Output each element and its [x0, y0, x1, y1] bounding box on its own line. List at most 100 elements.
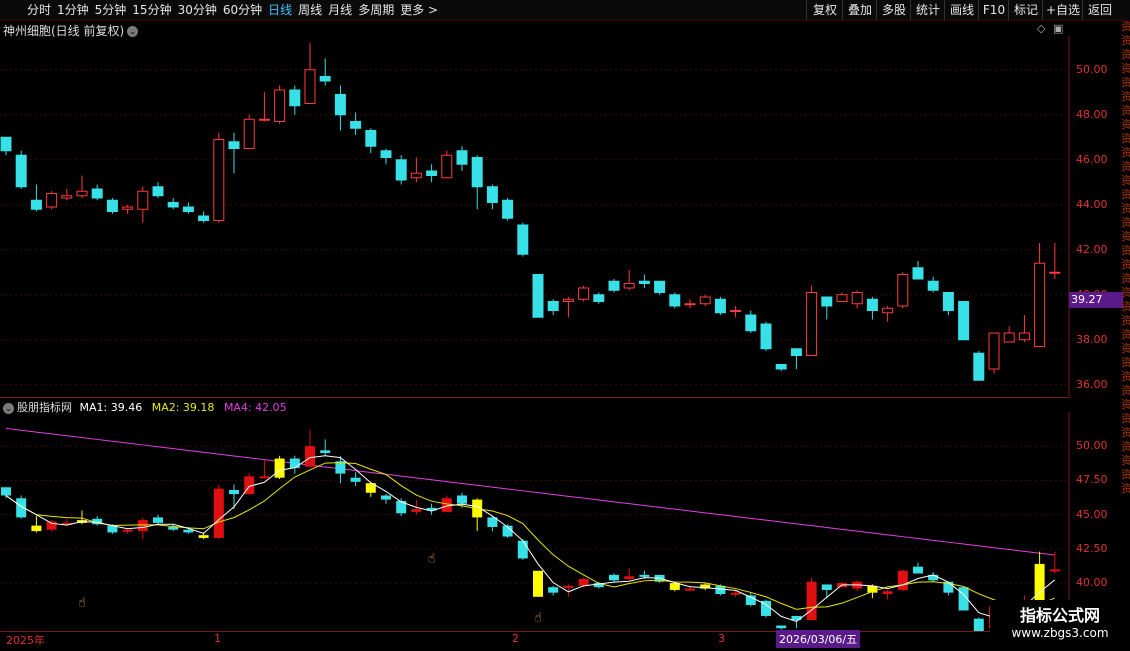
candle — [122, 204, 134, 214]
indicator-bar — [213, 484, 224, 540]
indicator-bar — [153, 514, 163, 525]
price-tick-label: 48.00 — [1076, 107, 1108, 121]
period-tab-5[interactable]: 60分钟 — [220, 0, 265, 20]
period-tab-0[interactable]: 分时 — [24, 0, 54, 20]
indicator-bar — [852, 580, 863, 592]
period-tab-7[interactable]: 周线 — [295, 0, 325, 20]
candle — [638, 274, 650, 288]
period-tab-3[interactable]: 15分钟 — [129, 0, 174, 20]
indicator-bar — [548, 585, 559, 596]
candle — [942, 292, 954, 315]
candle — [274, 85, 286, 124]
period-tab-8[interactable]: 月线 — [325, 0, 355, 20]
candle — [76, 175, 88, 198]
price-tick-label: 46.00 — [1076, 152, 1108, 166]
candle — [471, 155, 483, 210]
x-axis-label: 3 — [718, 632, 725, 645]
candle — [243, 114, 255, 149]
period-tab-9[interactable]: 多周期 — [355, 0, 397, 20]
candle — [775, 364, 787, 372]
candle — [593, 292, 605, 304]
indicator-bar — [502, 524, 513, 538]
period-tab-1[interactable]: 1分钟 — [54, 0, 92, 20]
toolbar-button-3[interactable]: 统计 — [910, 0, 945, 20]
candle — [562, 297, 574, 318]
window-icon[interactable]: ▣ — [1053, 22, 1063, 35]
price-tick-label: 38.00 — [1076, 332, 1108, 346]
indicator-bar — [533, 570, 543, 597]
candle — [258, 92, 270, 122]
indicator-bar — [745, 592, 756, 607]
indicator-bar — [1, 487, 11, 499]
indicator-bar — [92, 516, 103, 526]
price-tick-label: 42.00 — [1076, 242, 1108, 256]
candle — [821, 296, 833, 320]
candle — [1034, 243, 1046, 347]
candle — [760, 321, 772, 351]
right-info-strip: 资资资资资资资资资资资资资资资资资资资资资资资资资资资资资资资资资资 — [1121, 20, 1130, 495]
candle — [973, 351, 985, 381]
candle — [46, 191, 58, 210]
candle — [502, 198, 514, 221]
candle — [547, 299, 559, 315]
hand-signal-icon: ☝ — [534, 610, 542, 625]
indicator-bar — [259, 459, 270, 479]
toolbar-button-5[interactable]: F10 — [978, 0, 1009, 20]
toolbar-button-2[interactable]: 多股 — [876, 0, 911, 20]
toolbar-button-7[interactable]: +自选 — [1042, 0, 1083, 20]
price-tick-label: 50.00 — [1076, 62, 1108, 76]
candle — [851, 290, 863, 309]
candle — [532, 274, 544, 318]
candle — [106, 198, 118, 214]
candle — [456, 146, 468, 171]
indicator-bar — [229, 484, 239, 510]
candle — [882, 306, 894, 322]
candle — [304, 42, 316, 104]
candle — [866, 297, 878, 320]
period-tab-6[interactable]: 日线 — [265, 0, 295, 20]
watermark-url: www.zbgs3.com — [1011, 626, 1109, 640]
candle — [669, 292, 681, 309]
candle — [365, 128, 377, 153]
candle — [714, 297, 726, 315]
candle — [15, 150, 27, 189]
indicator-bar — [365, 481, 376, 497]
indicator-bar — [791, 615, 802, 629]
candle — [745, 310, 757, 333]
current-price-badge: 39.27 — [1069, 292, 1123, 308]
period-tab-2[interactable]: 5分钟 — [92, 0, 130, 20]
indicator-bar — [761, 599, 771, 618]
candle — [912, 261, 924, 280]
x-axis-label: 2 — [512, 632, 519, 645]
candle — [486, 184, 498, 210]
candle — [350, 112, 362, 135]
watermark: 指标公式网 www.zbgs3.com — [990, 600, 1130, 650]
indicator-tick-label: 40.00 — [1076, 576, 1108, 590]
toolbar-button-0[interactable]: 复权 — [806, 0, 843, 20]
indicator-bar — [609, 573, 619, 582]
indicator-bar — [730, 589, 741, 597]
candle — [897, 272, 909, 309]
indicator-bar — [882, 589, 893, 600]
crosshair-date: 2026/03/06/五 — [776, 630, 861, 648]
candle — [228, 132, 240, 174]
candle — [319, 58, 331, 86]
indicator-bar — [821, 584, 832, 599]
indicator-bar — [305, 429, 315, 467]
indicator-bar — [913, 562, 923, 574]
indicator-bar — [320, 439, 331, 456]
toolbar-button-6[interactable]: 标记 — [1008, 0, 1043, 20]
period-tab-10[interactable]: 更多 > — [397, 0, 441, 20]
indicator-bar — [806, 577, 817, 621]
candle — [198, 211, 210, 223]
candle — [927, 276, 939, 293]
diamond-icon[interactable]: ◇ — [1037, 22, 1045, 35]
toolbar-button-8[interactable]: 返回 — [1082, 0, 1117, 20]
indicator-bar — [350, 472, 361, 486]
toolbar-button-4[interactable]: 画线 — [944, 0, 979, 20]
x-axis-label: 1 — [214, 632, 221, 645]
candle — [30, 184, 42, 212]
toolbar-button-1[interactable]: 叠加 — [842, 0, 877, 20]
panel-controls: ◇ ▣ — [1037, 22, 1063, 35]
period-tab-4[interactable]: 30分钟 — [175, 0, 220, 20]
